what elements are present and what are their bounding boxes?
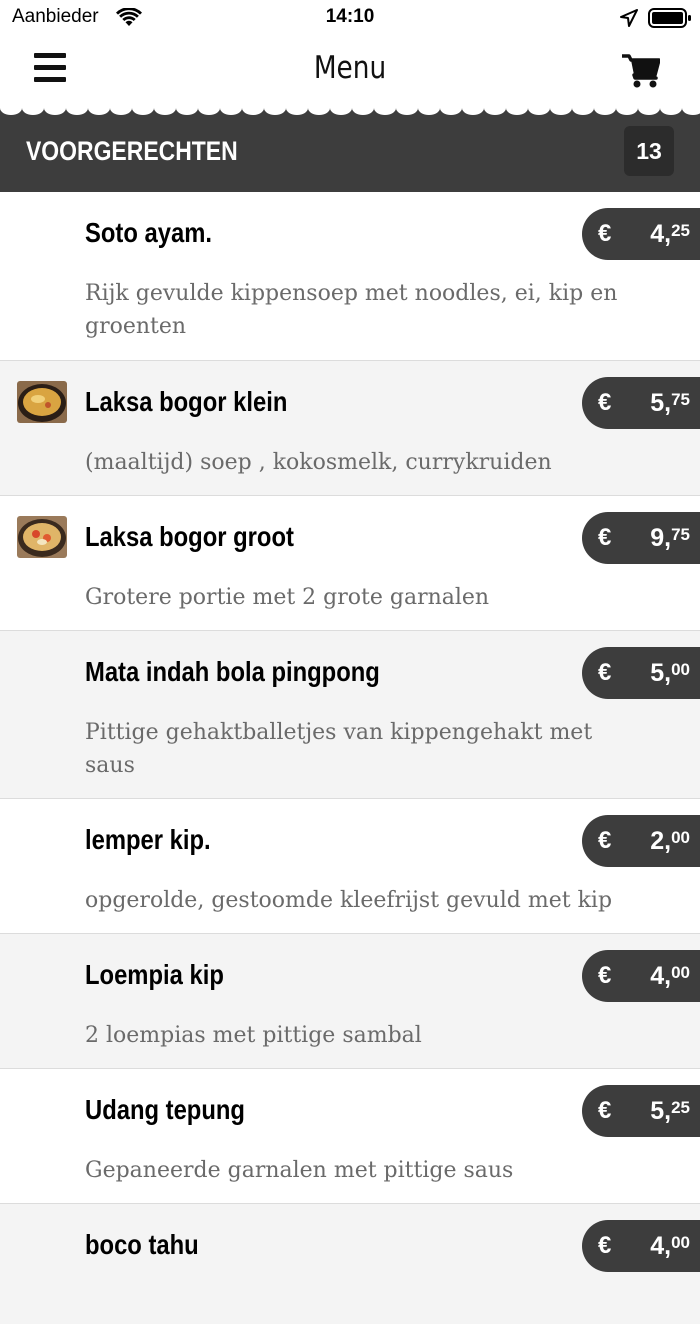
location-arrow-icon (620, 9, 638, 27)
menu-item[interactable]: Soto ayam. € 4,25 Rijk gevulde kippensoe… (0, 192, 700, 361)
clock-label: 14:10 (325, 6, 375, 27)
item-description: Gepaneerde garnalen met pittige saus (85, 1158, 514, 1183)
item-name: boco tahu (85, 1229, 199, 1260)
page-title: Menu (313, 50, 387, 86)
menu-item[interactable]: lemper kip. € 2,00 opgerolde, gestoomde … (0, 799, 700, 934)
item-name: Laksa bogor groot (85, 521, 294, 552)
item-name: lemper kip. (85, 824, 211, 855)
currency-symbol: € (598, 524, 612, 551)
menu-item[interactable]: boco tahu € 4,00 (0, 1204, 700, 1324)
currency-symbol: € (598, 962, 612, 989)
price-amount: 5,25 (650, 1097, 690, 1125)
item-thumbnail (17, 381, 67, 423)
item-description: 2 loempias met pittige sambal (85, 1023, 422, 1048)
price-tag: € 5,00 (582, 647, 700, 699)
item-name: Soto ayam. (85, 217, 212, 248)
category-header[interactable]: VOORGERECHTEN 13 (0, 116, 700, 192)
item-description: opgerolde, gestoomde kleefrijst gevuld m… (85, 888, 613, 913)
status-bar: Aanbieder 14:10 (0, 0, 700, 36)
currency-symbol: € (598, 1232, 612, 1259)
price-amount: 9,75 (650, 524, 690, 552)
item-description: (maaltijd) soep , kokosmelk, currykruide… (85, 450, 552, 475)
price-tag: € 4,25 (582, 208, 700, 260)
price-tag: € 9,75 (582, 512, 700, 564)
menu-item[interactable]: Laksa bogor klein € 5,75 (maaltijd) soep… (0, 361, 700, 496)
price-amount: 5,75 (650, 389, 690, 417)
currency-symbol: € (598, 1097, 612, 1124)
menu-item[interactable]: Mata indah bola pingpong € 5,00 Pittige … (0, 631, 700, 799)
cart-icon[interactable] (622, 53, 660, 89)
category-count-badge: 13 (624, 126, 674, 176)
item-name: Laksa bogor klein (85, 386, 288, 417)
menu-item-list: Soto ayam. € 4,25 Rijk gevulde kippensoe… (0, 192, 700, 1324)
item-thumbnail (17, 516, 67, 558)
price-tag: € 5,75 (582, 377, 700, 429)
item-description: Grotere portie met 2 grote garnalen (85, 585, 490, 610)
price-tag: € 4,00 (582, 1220, 700, 1272)
item-name: Mata indah bola pingpong (85, 656, 380, 687)
price-amount: 2,00 (650, 827, 690, 855)
price-tag: € 5,25 (582, 1085, 700, 1137)
price-tag: € 2,00 (582, 815, 700, 867)
item-description: Rijk gevulde kippensoep met noodles, ei,… (85, 281, 618, 339)
currency-symbol: € (598, 220, 612, 247)
price-tag: € 4,00 (582, 950, 700, 1002)
price-amount: 4,00 (650, 962, 690, 990)
header-scallop-divider (0, 108, 700, 116)
category-title: VOORGERECHTEN (26, 136, 238, 166)
menu-item[interactable]: Laksa bogor groot € 9,75 Grotere portie … (0, 496, 700, 631)
price-amount: 4,25 (650, 220, 690, 248)
menu-item[interactable]: Loempia kip € 4,00 2 loempias met pittig… (0, 934, 700, 1069)
currency-symbol: € (598, 389, 612, 416)
item-description: Pittige gehaktballetjes van kippengehakt… (85, 720, 593, 778)
item-name: Udang tepung (85, 1094, 245, 1125)
currency-symbol: € (598, 827, 612, 854)
currency-symbol: € (598, 659, 612, 686)
battery-icon (648, 8, 691, 28)
price-amount: 4,00 (650, 1232, 690, 1260)
menu-item[interactable]: Udang tepung € 5,25 Gepaneerde garnalen … (0, 1069, 700, 1204)
price-amount: 5,00 (650, 659, 690, 687)
item-name: Loempia kip (85, 959, 224, 990)
